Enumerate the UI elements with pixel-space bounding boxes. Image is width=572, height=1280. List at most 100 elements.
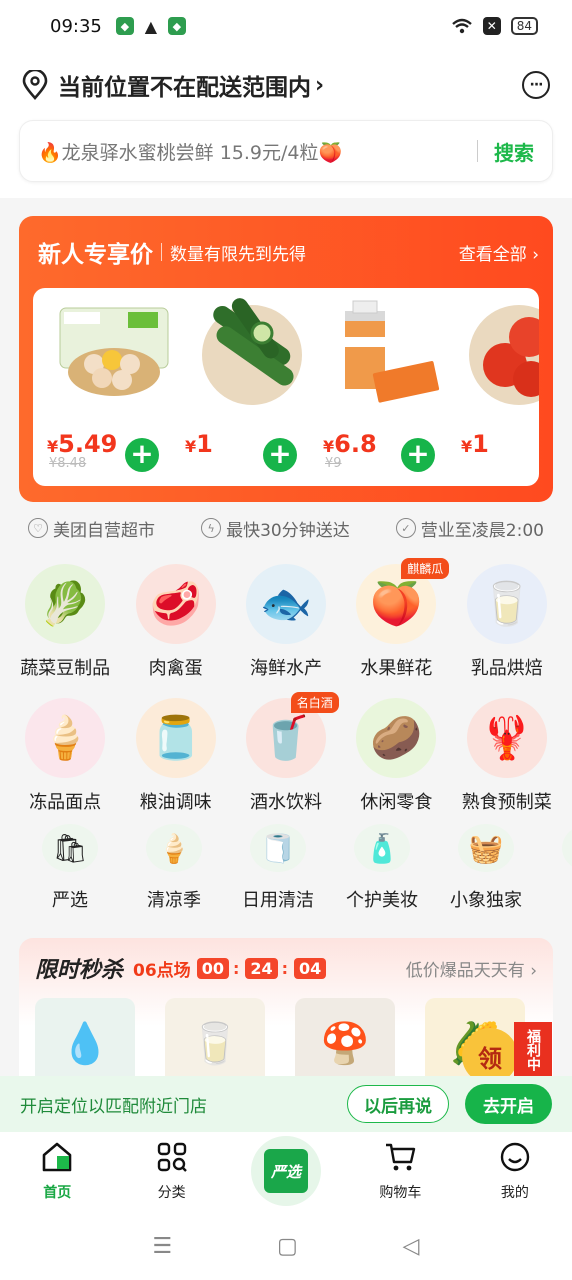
location-text[interactable]: 当前位置不在配送范围内 xyxy=(58,68,311,102)
status-bar: 09:35 ◆ ▲ ◆ ✕ 84 xyxy=(0,0,572,52)
message-icon[interactable]: ··· xyxy=(522,71,550,99)
welfare-red-packet[interactable]: 领 福利中 xyxy=(462,1022,552,1084)
location-prompt-text: 开启定位以匹配附近门店 xyxy=(20,1096,207,1117)
lotion-icon: 🧴 xyxy=(354,824,410,872)
guarantee-item: ϟ 最快30分钟送达 xyxy=(201,516,350,541)
add-to-cart-button[interactable]: + xyxy=(125,438,159,472)
home-square-icon[interactable]: ▢ xyxy=(277,1234,298,1259)
subcat-cleaning[interactable]: 🧻 日用清洁 xyxy=(226,824,330,934)
red-packet-tag: 福利中 xyxy=(514,1022,552,1078)
enable-location-button[interactable]: 去开启 xyxy=(465,1084,552,1124)
product-price: ¥5.49 xyxy=(47,430,118,458)
fish-icon: 🐟 xyxy=(245,564,326,644)
subcat-nutrition[interactable]: 🍞营养 xyxy=(538,824,572,934)
search-divider xyxy=(477,140,478,162)
battery-icon: 84 xyxy=(510,17,538,35)
basket-icon: 🧺 xyxy=(458,824,514,872)
bread-icon: 🍞 xyxy=(562,824,572,872)
new-user-deals-card: 新人专享价 数量有限先到先得 查看全部 › ¥5.49 ¥8.48 + ¥1 +… xyxy=(19,216,553,502)
category-drinks[interactable]: 🥤 名白酒 酒水饮料 xyxy=(231,688,341,822)
tab-center-yanxuan[interactable]: 严选 xyxy=(229,1132,343,1206)
category-snacks[interactable]: 🥔 休闲零食 xyxy=(341,688,451,822)
chevron-right-icon: › xyxy=(315,72,325,98)
cart-icon xyxy=(386,1143,416,1171)
category-badge: 麒麟瓜 xyxy=(401,558,450,579)
subcat-yanxuan[interactable]: 🛍 严选 xyxy=(18,824,122,934)
shield-icon: ◆ xyxy=(115,17,134,35)
tab-me[interactable]: 我的 xyxy=(458,1132,572,1202)
back-icon[interactable]: ◁ xyxy=(403,1234,420,1259)
category-fruit-flowers[interactable]: 🍑 麒麟瓜 水果鲜花 xyxy=(341,554,451,688)
location-bar[interactable]: 当前位置不在配送范围内 › ··· xyxy=(0,52,572,118)
check-shield-icon: ✓ xyxy=(395,518,416,538)
flash-item-milk[interactable]: 🥛 xyxy=(165,998,265,1088)
subcat-personal-care[interactable]: 🧴 个护美妆 xyxy=(330,824,434,934)
category-grid: 🥬 蔬菜豆制品 🥩 肉禽蛋 🐟 海鲜水产 🍑 麒麟瓜 水果鲜花 🥛 乳品烘焙 🍦 冻品面点 🫙… xyxy=(0,554,572,822)
category-seafood[interactable]: 🐟 海鲜水产 xyxy=(231,554,341,688)
guarantee-item: ♡ 美团自营超市 xyxy=(28,516,155,541)
status-time: 09:35 xyxy=(50,15,102,37)
search-button[interactable]: 搜索 xyxy=(494,137,534,166)
product-card-eggs[interactable]: ¥5.49 ¥8.48 + xyxy=(45,288,183,486)
status-system-icons: ✕ 84 xyxy=(451,17,538,35)
grid-search-icon xyxy=(157,1142,187,1172)
product-card-cucumber[interactable]: ¥1 + xyxy=(183,288,321,486)
product-card-tissue[interactable]: ¥6.8 ¥9 + xyxy=(321,288,459,486)
countdown-seconds: 04 xyxy=(294,957,327,979)
ice-cream-icon: 🍦 xyxy=(25,698,106,778)
lightning-icon: ϟ xyxy=(201,518,222,538)
category-vegetables[interactable]: 🥬 蔬菜豆制品 xyxy=(10,554,120,688)
no-sim-icon: ✕ xyxy=(482,17,501,35)
warning-icon: ▲ xyxy=(141,17,160,36)
tab-category[interactable]: 分类 xyxy=(114,1132,228,1202)
shopping-bag-icon: 严选 xyxy=(251,1136,322,1206)
category-dairy-bakery[interactable]: 🥛 乳品烘焙 xyxy=(452,554,562,688)
category-meat-eggs[interactable]: 🥩 肉禽蛋 xyxy=(120,554,230,688)
new-user-title: 新人专享价 xyxy=(38,242,153,268)
search-placeholder[interactable]: 🔥龙泉驿水蜜桃尝鲜 15.9元/4粒🍑 xyxy=(38,138,477,165)
tab-cart[interactable]: 购物车 xyxy=(343,1132,457,1202)
subcat-summer[interactable]: 🍦 清凉季 xyxy=(122,824,226,934)
later-button[interactable]: 以后再说 xyxy=(347,1085,449,1123)
product-price: ¥1 xyxy=(461,430,489,458)
flash-sale-title: 限时秒杀 xyxy=(35,958,124,983)
system-navigation-bar: ☰ ▢ ◁ xyxy=(0,1212,572,1280)
shield-icon: ◆ xyxy=(167,17,186,35)
search-box[interactable]: 🔥龙泉驿水蜜桃尝鲜 15.9元/4粒🍑 搜索 xyxy=(19,120,553,182)
divider xyxy=(161,243,162,261)
guarantee-item: ✓ 营业至凌晨2:00 xyxy=(395,516,544,541)
bag-icon: 🛍 xyxy=(42,824,98,872)
product-card-tomato[interactable]: ¥1 xyxy=(459,288,539,486)
sub-category-row: 🛍严选 🍦清凉季 🧻日用清洁 🧴个护美妆 🧺小象独家 🍞营养 xyxy=(0,824,572,934)
search-section: 🔥龙泉驿水蜜桃尝鲜 15.9元/4粒🍑 搜索 xyxy=(0,118,572,198)
crayfish-icon: 🦞 xyxy=(466,698,547,778)
location-pin-icon xyxy=(22,70,48,100)
service-guarantees: ♡ 美团自营超市 ϟ 最快30分钟送达 ✓ 营业至凌晨2:00 xyxy=(0,502,572,554)
tissue-icon: 🧻 xyxy=(250,824,306,872)
flash-item-mushroom[interactable]: 🍄 xyxy=(295,998,395,1088)
category-grain-oil[interactable]: 🫙 粮油调味 xyxy=(120,688,230,822)
product-price: ¥1 xyxy=(185,430,213,458)
smile-icon xyxy=(500,1142,530,1172)
menu-icon[interactable]: ☰ xyxy=(152,1234,172,1259)
add-to-cart-button[interactable]: + xyxy=(263,438,297,472)
flash-sale-session: 06点场 xyxy=(133,960,191,981)
category-frozen[interactable]: 🍦 冻品面点 xyxy=(10,688,120,822)
new-user-header: 新人专享价 数量有限先到先得 查看全部 › xyxy=(33,216,539,288)
flash-item-water[interactable]: 💧 xyxy=(35,998,135,1088)
flash-sale-more-link[interactable]: 低价爆品天天有 › xyxy=(406,956,537,981)
snack-icon: 🥔 xyxy=(356,698,437,778)
subcat-exclusive[interactable]: 🧺 小象独家 xyxy=(434,824,538,934)
product-image-tomato xyxy=(459,288,539,416)
view-all-link[interactable]: 查看全部 › xyxy=(459,240,539,265)
bottom-tab-bar: 首页 分类 严选 购物车 我的 xyxy=(0,1132,572,1212)
location-permission-banner: 开启定位以匹配附近门店 以后再说 去开启 xyxy=(0,1076,572,1132)
tab-home[interactable]: 首页 xyxy=(0,1132,114,1202)
add-to-cart-button[interactable]: + xyxy=(401,438,435,472)
oil-icon: 🫙 xyxy=(135,698,216,778)
category-prepared-food[interactable]: 🦞 熟食预制菜 xyxy=(452,688,562,822)
wifi-icon xyxy=(451,18,472,34)
flash-sale-header: 限时秒杀 06点场 00 : 24 : 04 低价爆品天天有 › xyxy=(35,952,537,984)
product-price: ¥6.8 xyxy=(323,430,377,458)
meat-icon: 🥩 xyxy=(135,564,216,644)
